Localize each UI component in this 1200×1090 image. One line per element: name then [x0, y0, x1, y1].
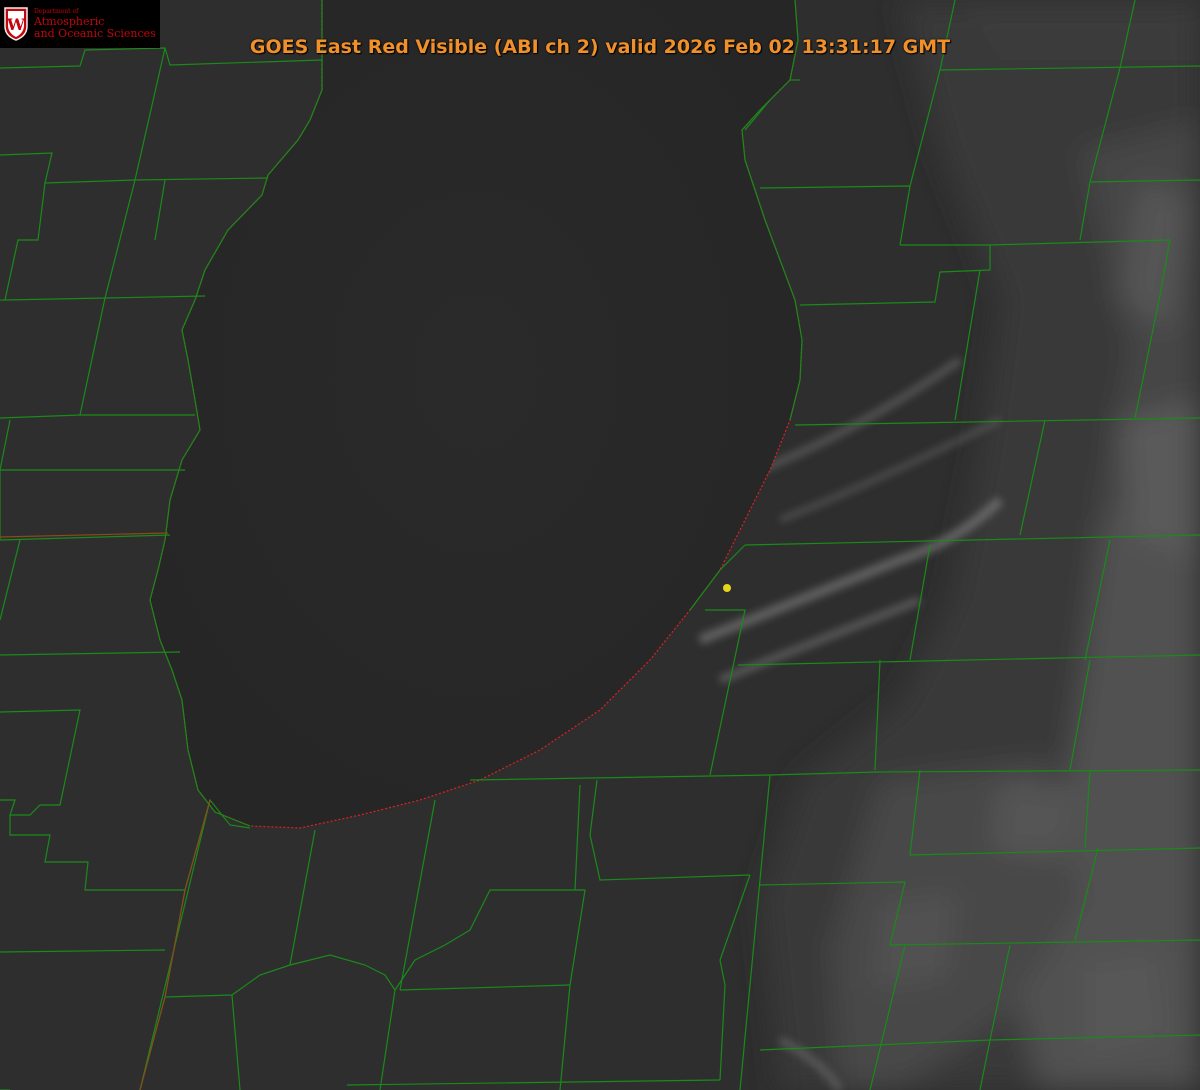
- satellite-map-view: GOES East Red Visible (ABI ch 2) valid 2…: [0, 0, 1200, 1090]
- satellite-image: [0, 0, 1200, 1090]
- location-dot-icon: [723, 584, 731, 592]
- university-crest-icon: W: [4, 7, 28, 41]
- logo-line-1: Atmospheric: [34, 15, 105, 29]
- image-title: GOES East Red Visible (ABI ch 2) valid 2…: [249, 36, 951, 58]
- logo-line-2: and Oceanic Sciences: [34, 26, 156, 40]
- logo-text: Department of Atmospheric and Oceanic Sc…: [34, 8, 156, 40]
- svg-text:W: W: [6, 15, 26, 34]
- aos-logo: W Department of Atmospheric and Oceanic …: [0, 0, 160, 48]
